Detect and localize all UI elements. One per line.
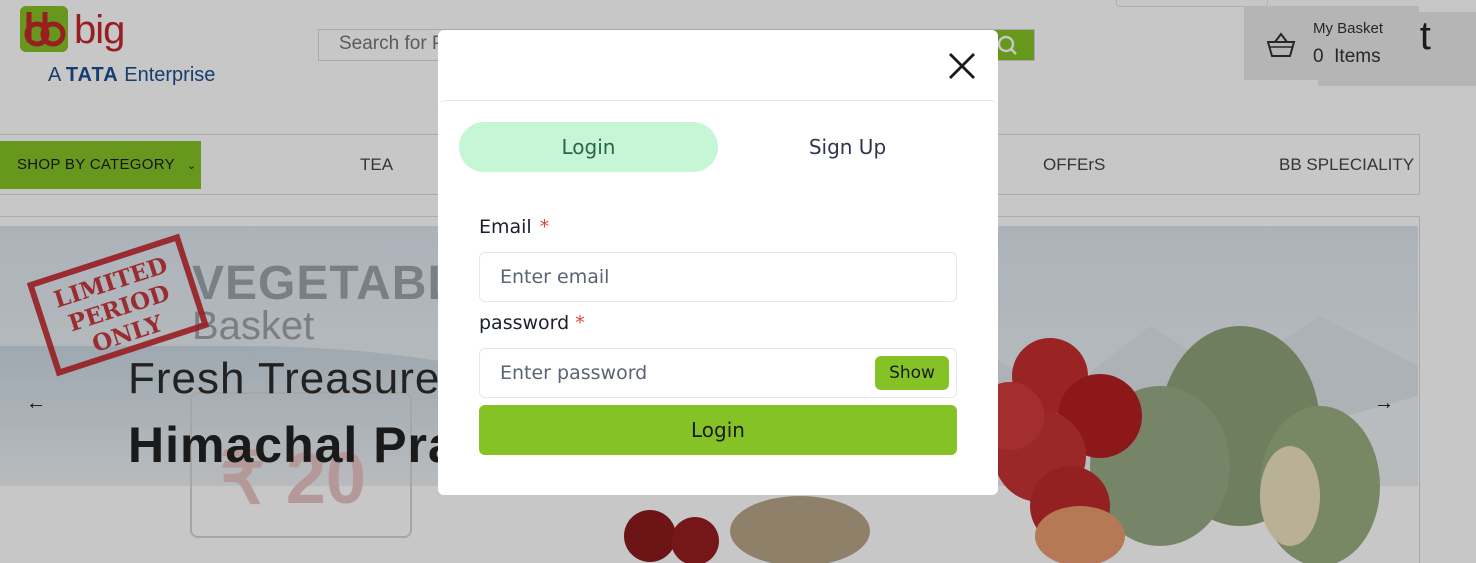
email-label: Email * (479, 216, 549, 238)
tab-login[interactable]: Login (459, 122, 718, 172)
email-field (479, 252, 957, 302)
close-icon[interactable] (946, 50, 978, 82)
email-required-mark: * (539, 216, 550, 238)
login-submit-button[interactable]: Login (479, 405, 957, 455)
tab-signup[interactable]: Sign Up (718, 122, 977, 172)
auth-tabs: Login Sign Up (459, 122, 977, 172)
page: bigbasket A TATA Enterprise My Basket 0 … (0, 0, 1476, 563)
password-required-mark: * (575, 312, 585, 334)
email-label-text: Email (479, 216, 532, 238)
login-modal: Login Sign Up Email* password* Show Logi… (438, 30, 998, 495)
password-label-text: password (479, 312, 570, 334)
modal-header (438, 30, 998, 100)
show-password-button[interactable]: Show (875, 356, 949, 390)
modal-body: Login Sign Up Email* password* Show Logi… (438, 100, 998, 496)
email-input[interactable] (480, 253, 956, 301)
password-field: Show (479, 348, 957, 398)
password-label: password * (479, 312, 585, 334)
